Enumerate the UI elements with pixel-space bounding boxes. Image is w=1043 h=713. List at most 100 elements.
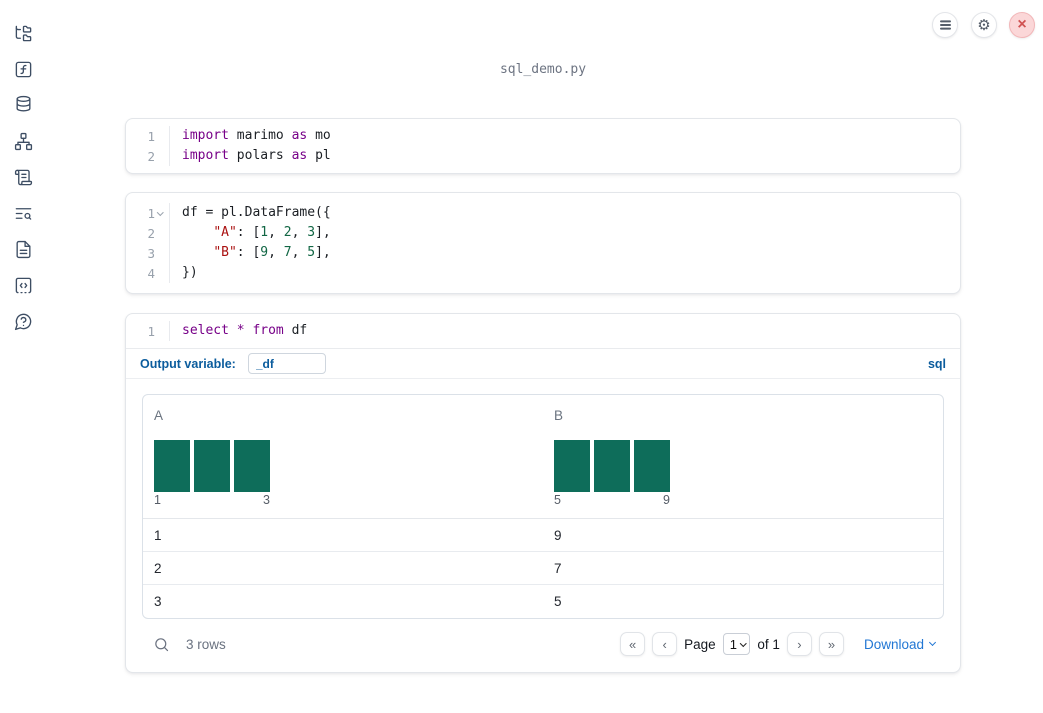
histogram-bar xyxy=(634,440,670,492)
histogram-bar xyxy=(194,440,230,492)
dataframe-table: A 1 3 B 5 9 1 9 2 7 3 5 xyxy=(142,394,944,619)
code-token: 5 xyxy=(307,245,316,260)
code-token: : [ xyxy=(236,225,261,240)
sql-editor[interactable]: 1 select * from df xyxy=(126,314,960,349)
search-icon xyxy=(154,637,168,651)
code-token: df xyxy=(283,323,308,338)
table-row[interactable]: 3 5 xyxy=(143,585,943,618)
sidebar-item-logs[interactable] xyxy=(12,166,34,188)
code-token: 1 xyxy=(260,225,269,240)
sidebar-item-dependencies[interactable] xyxy=(12,130,34,152)
code-token: 2 xyxy=(283,225,292,240)
page-select[interactable]: 1 xyxy=(722,633,751,655)
line-number-gutter: 1 xyxy=(126,321,170,341)
code-line: "B": [9, 7, 5], xyxy=(182,243,331,263)
code-token: : [ xyxy=(236,245,261,260)
axis-min-label: 5 xyxy=(554,493,561,507)
sidebar-item-snippets[interactable] xyxy=(12,274,34,296)
column-header-b[interactable]: B 5 9 xyxy=(543,395,943,518)
search-list-icon xyxy=(15,207,31,220)
code-line: import marimo as mo xyxy=(182,126,331,146)
sidebar-item-tracebacks[interactable] xyxy=(12,202,34,224)
help-question-icon xyxy=(14,313,31,330)
last-page-button[interactable]: » xyxy=(818,632,844,656)
first-page-button[interactable]: « xyxy=(620,632,646,656)
sidebar-item-files[interactable] xyxy=(12,22,34,44)
cell-value: 3 xyxy=(154,594,162,609)
axis-max-label: 3 xyxy=(263,493,270,507)
page-label: Page xyxy=(684,636,716,652)
code-token: 7 xyxy=(283,245,292,260)
table-row[interactable]: 2 7 xyxy=(143,552,943,585)
line-number: 2 xyxy=(147,225,155,241)
code-token: mo xyxy=(307,128,331,143)
hamburger-menu-icon xyxy=(939,24,951,26)
sidebar-item-help[interactable] xyxy=(12,310,34,332)
sql-cell: 1 select * from df Output variable: sql … xyxy=(125,313,961,673)
table-footer: 3 rows « ‹ Page 1 of 1 › » Download xyxy=(142,624,944,664)
database-icon xyxy=(15,95,31,112)
cell-value: 2 xyxy=(154,560,162,576)
code-editor[interactable]: 1 2 3 4 df = pl.DataFrame({ "A": [1, 2, … xyxy=(126,193,960,293)
histogram-bar xyxy=(594,440,630,492)
code-token: * xyxy=(236,323,245,338)
function-square-icon xyxy=(15,61,31,77)
download-label: Download xyxy=(863,636,924,652)
line-number: 2 xyxy=(147,148,155,164)
sidebar-item-variables[interactable] xyxy=(12,58,34,80)
previous-page-button[interactable]: ‹ xyxy=(652,632,678,656)
row-count-label: 3 rows xyxy=(186,636,226,652)
column-header-a[interactable]: A 1 3 xyxy=(143,395,543,518)
code-token: 9 xyxy=(260,245,269,260)
cell-value: 1 xyxy=(154,527,162,543)
histogram-bar xyxy=(234,440,270,492)
search-button[interactable] xyxy=(151,634,171,654)
output-variable-row: Output variable: sql xyxy=(126,349,960,379)
file-explorer-tree-icon xyxy=(15,25,31,41)
chevron-down-icon xyxy=(156,208,164,216)
line-number: 1 xyxy=(147,205,155,221)
shutdown-button[interactable]: × xyxy=(1009,12,1035,38)
notebook-filename: sql_demo.py xyxy=(499,62,587,77)
code-token: ], xyxy=(315,245,331,260)
histogram-bar xyxy=(554,440,590,492)
cell-value: 5 xyxy=(554,594,562,609)
code-token: as xyxy=(291,148,308,163)
menu-button[interactable] xyxy=(932,12,958,38)
dependency-graph-icon xyxy=(14,132,32,150)
pagination-controls: « ‹ Page 1 of 1 › » Download xyxy=(620,632,937,656)
code-cell-imports: 1 2 import marimo as mo import polars as… xyxy=(125,118,961,174)
code-token: }) xyxy=(182,265,198,280)
histogram-axis: 1 3 xyxy=(154,493,270,508)
code-line: df = pl.DataFrame({ xyxy=(182,203,331,223)
code-editor[interactable]: 1 2 import marimo as mo import polars as… xyxy=(126,119,960,173)
settings-button[interactable]: ⚙ xyxy=(971,12,997,38)
code-token: , xyxy=(291,225,308,240)
sidebar-item-datasources[interactable] xyxy=(12,93,34,115)
fold-toggle[interactable] xyxy=(155,208,165,216)
language-badge: sql xyxy=(927,356,946,371)
output-variable-label: Output variable: xyxy=(140,356,236,371)
scroll-logs-icon xyxy=(14,169,32,185)
download-button[interactable]: Download xyxy=(863,636,937,652)
cell-value: 9 xyxy=(554,527,562,543)
sidebar xyxy=(0,0,44,713)
code-token: as xyxy=(291,128,308,143)
page-select-value: 1 xyxy=(729,636,737,652)
output-variable-input[interactable] xyxy=(247,353,326,374)
table-row[interactable]: 1 9 xyxy=(143,519,943,552)
code-token: , xyxy=(268,245,284,260)
code-token: df = pl.DataFrame({ xyxy=(182,205,331,220)
next-page-button[interactable]: › xyxy=(786,632,812,656)
line-number-gutter: 1 2 3 4 xyxy=(126,203,170,283)
sidebar-item-documentation[interactable] xyxy=(12,238,34,260)
page-of-label: of 1 xyxy=(757,636,780,652)
chevron-down-icon xyxy=(928,638,937,647)
line-number: 3 xyxy=(147,245,155,261)
code-snippets-icon xyxy=(15,277,31,293)
code-token: "A" xyxy=(213,225,237,240)
axis-min-label: 1 xyxy=(154,493,161,507)
gear-icon: ⚙ xyxy=(977,16,991,34)
